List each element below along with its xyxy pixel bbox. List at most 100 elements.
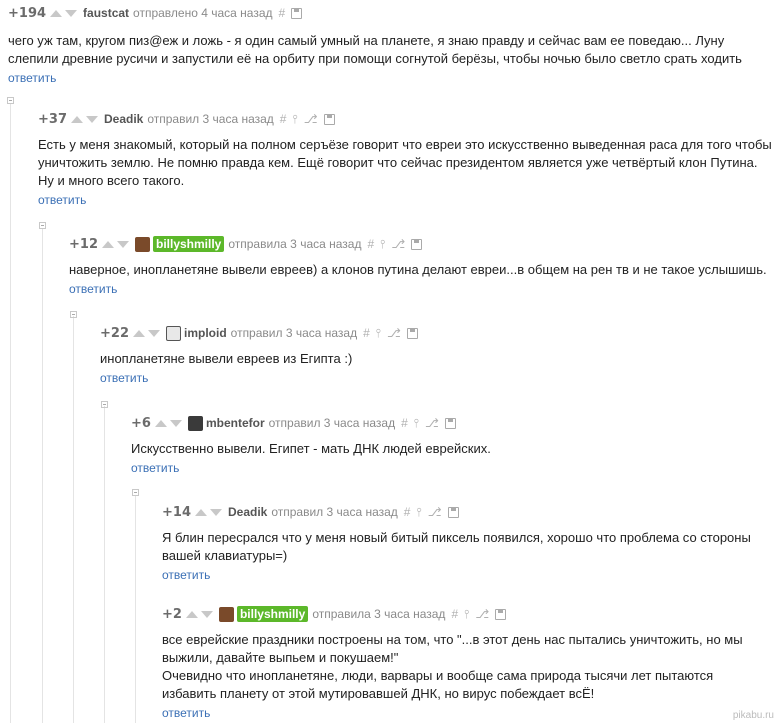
downvote-icon[interactable] [65,9,78,17]
branch-icon[interactable]: ⎇ [391,237,405,251]
pin-icon[interactable]: ⫯ [380,237,385,252]
save-icon[interactable] [291,7,303,19]
comment: +12 billyshmilly отправила 3 часа назад … [69,236,769,296]
timestamp: отправила 3 часа назад [228,237,362,251]
reply-link[interactable]: ответить [162,706,767,720]
author-link[interactable]: billyshmilly [152,236,225,252]
timestamp: отправил 3 часа назад [230,326,358,340]
reply-link[interactable]: ответить [162,568,767,582]
pin-icon[interactable]: ⫯ [292,112,297,127]
avatar[interactable] [134,236,150,252]
upvote-icon[interactable] [194,508,207,516]
reply-link[interactable]: ответить [8,71,768,85]
collapse-toggle[interactable] [39,222,46,229]
upvote-icon[interactable] [50,9,63,17]
save-icon[interactable] [406,327,418,339]
comment-header: +37 Deadik отправил 3 часа назад # ⫯ ⎇ [38,111,773,127]
hash-icon[interactable]: # [404,505,411,519]
downvote-icon[interactable] [169,419,182,427]
watermark: pikabu.ru [732,710,774,721]
pin-icon[interactable]: ⫯ [376,326,381,341]
author-link[interactable]: Deadik [104,112,143,126]
hash-icon[interactable]: # [280,112,287,126]
downvote-icon[interactable] [200,610,213,618]
save-icon[interactable] [447,506,459,518]
avatar[interactable] [218,606,234,622]
author-link[interactable]: faustcat [83,6,129,20]
thread-line [135,495,136,723]
pin-icon[interactable]: ⫯ [464,607,469,622]
comment: +22 imploid отправил 3 часа назад # ⫯ ⎇ … [100,325,760,385]
downvote-icon[interactable] [209,508,222,516]
author-link[interactable]: imploid [184,326,227,340]
comment-header: +2 billyshmilly отправила 3 часа назад #… [162,606,767,622]
timestamp: отправлено 4 часа назад [133,6,273,20]
branch-icon[interactable]: ⎇ [425,416,439,430]
hash-icon[interactable]: # [363,326,370,340]
rating: +22 [100,325,129,341]
collapse-toggle[interactable] [70,311,77,318]
comment-text: инопланетяне вывели евреев из Египта :) [100,351,353,366]
author-link[interactable]: Deadik [228,505,267,519]
downvote-icon[interactable] [147,329,160,337]
collapse-toggle[interactable] [132,489,139,496]
save-icon[interactable] [495,608,507,620]
upvote-icon[interactable] [132,329,145,337]
hash-icon[interactable]: # [401,416,408,430]
comment-header: +194 faustcat отправлено 4 часа назад # [8,5,768,21]
hash-icon[interactable]: # [279,6,286,20]
hash-icon[interactable]: # [451,607,458,621]
comment-header: +12 billyshmilly отправила 3 часа назад … [69,236,769,252]
branch-icon[interactable]: ⎇ [428,505,442,519]
upvote-icon[interactable] [154,419,167,427]
comment-header: +22 imploid отправил 3 часа назад # ⫯ ⎇ [100,325,760,341]
comment-header: +14 Deadik отправил 3 часа назад # ⫯ ⎇ [162,504,767,520]
branch-icon[interactable]: ⎇ [475,607,489,621]
rating: +37 [38,111,67,127]
save-icon[interactable] [411,238,423,250]
downvote-icon[interactable] [116,240,129,248]
upvote-icon[interactable] [185,610,198,618]
comment: +37 Deadik отправил 3 часа назад # ⫯ ⎇ Е… [38,111,773,208]
timestamp: отправил 3 часа назад [268,416,396,430]
reply-link[interactable]: ответить [100,371,760,385]
thread-line [104,406,105,723]
save-icon[interactable] [323,113,335,125]
comment: +194 faustcat отправлено 4 часа назад # … [8,5,768,86]
comment: +14 Deadik отправил 3 часа назад # ⫯ ⎇ Я… [162,504,767,583]
pin-icon[interactable]: ⫯ [414,416,419,431]
timestamp: отправил 3 часа назад [271,505,398,519]
collapse-toggle[interactable] [101,401,108,408]
reply-link[interactable]: ответить [38,193,773,207]
comment-text: наверное, инопланетяне вывели евреев) а … [69,262,767,277]
avatar[interactable] [165,325,181,341]
upvote-icon[interactable] [101,240,114,248]
comment: +6 mbentefor отправил 3 часа назад # ⫯ ⎇… [131,415,761,475]
branch-icon[interactable]: ⎇ [387,326,401,340]
avatar[interactable] [187,415,203,431]
reply-link[interactable]: ответить [131,461,761,475]
rating: +194 [8,5,47,21]
comment-text: все еврейские праздники построены на том… [162,632,743,701]
author-link[interactable]: mbentefor [206,416,265,430]
comment-text: Есть у меня знакомый, который на полном … [38,137,772,188]
author-link[interactable]: billyshmilly [236,606,309,622]
branch-icon[interactable]: ⎇ [304,112,318,126]
upvote-icon[interactable] [70,115,83,123]
pin-icon[interactable]: ⫯ [416,505,421,520]
reply-link[interactable]: ответить [69,282,769,296]
collapse-toggle[interactable] [7,97,14,104]
comment-text: Я блин пересрался что у меня новый битый… [162,530,751,563]
rating: +2 [162,606,182,622]
timestamp: отправила 3 часа назад [312,607,446,621]
rating: +12 [69,236,98,252]
comment-text: чего уж там, кругом пиз@еж и ложь - я од… [8,33,742,66]
thread-line [42,228,43,723]
comment-text: Искусственно вывели. Египет - мать ДНК л… [131,441,491,456]
downvote-icon[interactable] [85,115,98,123]
save-icon[interactable] [444,417,456,429]
thread-line [10,103,11,723]
rating: +14 [162,504,191,520]
thread-line [73,316,74,723]
hash-icon[interactable]: # [367,237,374,251]
